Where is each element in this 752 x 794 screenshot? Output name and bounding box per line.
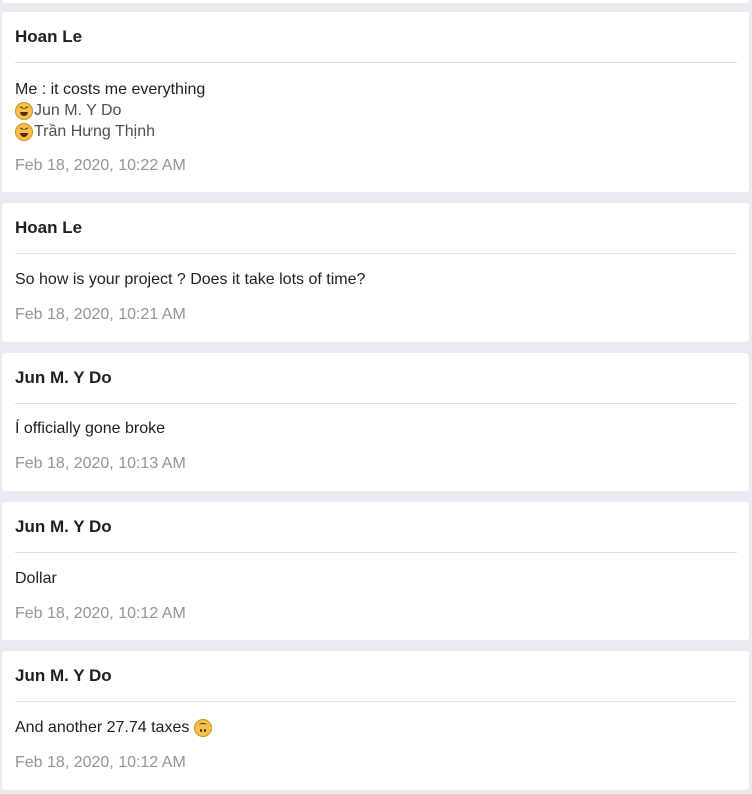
timestamp[interactable]: Feb 18, 2020, 10:13 AM (15, 454, 186, 474)
author-name[interactable]: Hoan Le (15, 218, 82, 238)
upside-down-face-emoji-icon (194, 718, 213, 737)
divider (15, 253, 737, 254)
divider (15, 403, 737, 404)
comment-text: And another 27.74 taxes (15, 719, 190, 736)
reaction-user-name: Trần Hưng Thịnh (34, 123, 155, 140)
comment-body: Me : it costs me everything Jun M. Y Do … (15, 79, 205, 142)
divider (15, 552, 737, 553)
laughing-face-emoji-icon (15, 122, 33, 141)
comment-card: Jun M. Y Do And another 27.74 taxes Feb … (2, 651, 749, 790)
comment-body: So how is your project ? Does it take lo… (15, 269, 365, 290)
reaction-user-name: Jun M. Y Do (34, 102, 122, 119)
comment-text: Dollar (15, 570, 57, 587)
author-name[interactable]: Jun M. Y Do (15, 368, 112, 388)
comment-body: Dollar (15, 568, 57, 589)
author-name[interactable]: Hoan Le (15, 27, 82, 47)
author-name[interactable]: Jun M. Y Do (15, 666, 112, 686)
author-name[interactable]: Jun M. Y Do (15, 517, 112, 537)
comment-text: Í officially gone broke (15, 420, 166, 437)
previous-card-edge (2, 0, 749, 3)
comment-body: Í officially gone broke (15, 418, 165, 439)
comment-card: Hoan Le So how is your project ? Does it… (2, 203, 749, 342)
timestamp[interactable]: Feb 18, 2020, 10:12 AM (15, 753, 186, 773)
reaction-entry[interactable]: Jun M. Y Do (15, 100, 205, 121)
comment-card: Jun M. Y Do Í officially gone broke Feb … (2, 353, 749, 491)
divider (15, 701, 737, 702)
timestamp[interactable]: Feb 18, 2020, 10:21 AM (15, 305, 186, 325)
comment-text: Me : it costs me everything (15, 81, 206, 98)
laughing-face-emoji-icon (15, 101, 33, 120)
comment-feed: Hoan Le Me : it costs me everything Jun … (0, 0, 752, 794)
comment-text: So how is your project ? Does it take lo… (15, 271, 366, 288)
reaction-entry[interactable]: Trần Hưng Thịnh (15, 121, 205, 142)
comment-card: Jun M. Y Do Dollar Feb 18, 2020, 10:12 A… (2, 502, 749, 640)
comment-body: And another 27.74 taxes (15, 717, 213, 738)
comment-card: Hoan Le Me : it costs me everything Jun … (2, 12, 749, 192)
timestamp[interactable]: Feb 18, 2020, 10:22 AM (15, 156, 186, 176)
timestamp[interactable]: Feb 18, 2020, 10:12 AM (15, 604, 186, 624)
divider (15, 62, 737, 63)
